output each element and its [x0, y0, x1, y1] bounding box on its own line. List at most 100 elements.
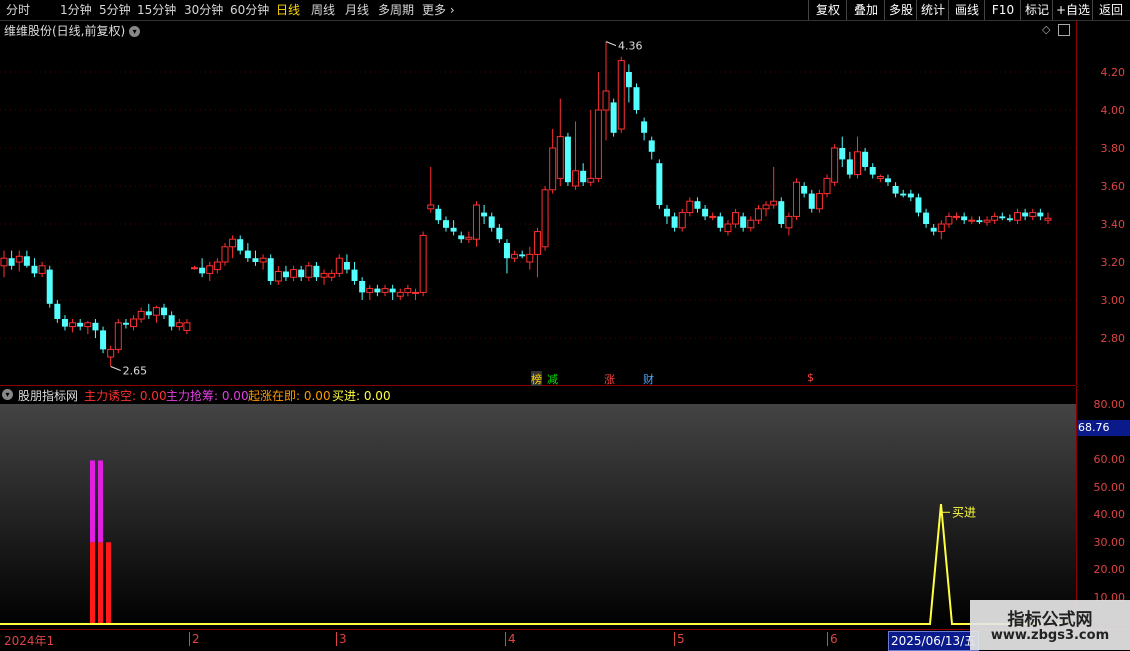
period-tab-weekly[interactable]: 周线 — [311, 2, 335, 18]
low-price-label: 2.65 — [123, 365, 147, 378]
back-button[interactable]: 返回 — [1092, 0, 1129, 20]
candle-body — [92, 322, 99, 331]
stats-button[interactable]: 统计 — [916, 0, 949, 20]
candle-body — [396, 291, 404, 297]
candle-body — [1006, 218, 1013, 221]
period-tab-30min[interactable]: 30分钟 — [184, 2, 223, 18]
period-tab-more[interactable]: 更多 › — [422, 2, 455, 18]
event-tag-list[interactable]: 榜 — [531, 371, 542, 387]
indicator-line-lure: 主力诱空: 0.00 — [84, 389, 167, 403]
chevron-down-icon[interactable]: ▾ — [2, 389, 13, 400]
candle-body — [778, 201, 785, 224]
period-tab-5min[interactable]: 5分钟 — [99, 2, 131, 18]
panel-toggle-icon[interactable] — [1058, 24, 1070, 36]
price-tick: 4.20 — [1100, 66, 1126, 79]
price-tick: 3.40 — [1100, 218, 1126, 231]
candle-body — [519, 254, 526, 257]
candle-body — [46, 269, 53, 304]
grab-bar — [98, 460, 103, 543]
date-tick: 6 — [827, 632, 838, 646]
date-tick: 3 — [336, 632, 347, 646]
candle-body — [61, 319, 68, 327]
candle-body — [152, 307, 160, 316]
grab-bar — [90, 460, 95, 543]
price-tick: 2.80 — [1100, 332, 1126, 345]
candle-body — [69, 322, 77, 328]
candle-body — [335, 257, 343, 274]
candle-body — [580, 170, 587, 183]
draw-line-button[interactable]: 画线 — [948, 0, 985, 20]
candle-body — [633, 87, 640, 110]
f10-button[interactable]: F10 — [984, 0, 1021, 20]
candle-body — [419, 234, 427, 293]
overlay-button[interactable]: 叠加 — [846, 0, 885, 20]
candle-body — [77, 322, 84, 327]
candle-body — [793, 181, 801, 217]
candle-body — [732, 212, 740, 225]
period-tab-1min[interactable]: 1分钟 — [60, 2, 92, 18]
date-tick: 2 — [189, 632, 200, 646]
lure-bar — [90, 542, 95, 624]
candle-body — [1044, 217, 1052, 221]
candle-body — [678, 212, 686, 229]
buy-signal-line — [0, 504, 1076, 625]
candle-body — [221, 246, 229, 263]
diamond-icon[interactable]: ◇ — [1042, 23, 1050, 36]
multi-stock-button[interactable]: 多股 — [884, 0, 917, 20]
candle-body — [381, 288, 389, 293]
candle-body — [808, 193, 815, 209]
candle-body — [862, 151, 869, 167]
high-price-label: 4.36 — [618, 40, 643, 53]
indicator-panel[interactable]: 买进 — [0, 404, 1076, 628]
period-tab-15min[interactable]: 15分钟 — [137, 2, 176, 18]
indicator-svg: 买进 — [0, 460, 1076, 625]
indicator-line-start: 起涨在即: 0.00 — [248, 389, 331, 403]
lure-bar — [106, 542, 111, 624]
candle-body — [907, 193, 914, 198]
candle-body — [290, 269, 298, 278]
candle-body — [274, 271, 282, 282]
period-tab-daily[interactable]: 日线 — [276, 2, 300, 18]
candle-body — [213, 261, 221, 271]
event-tag-dividend[interactable]: $ — [807, 371, 814, 384]
chevron-down-icon[interactable]: ▾ — [129, 26, 141, 37]
candle-body — [572, 170, 580, 187]
date-tick: 5 — [674, 632, 685, 646]
candle-body — [1037, 212, 1044, 217]
more-label: 更多 — [422, 3, 447, 17]
candle-body — [594, 109, 602, 179]
candle-body — [412, 291, 420, 294]
adjust-button[interactable]: 复权 — [808, 0, 847, 20]
add-watchlist-button[interactable]: +自选 — [1052, 0, 1093, 20]
candle-body — [114, 322, 122, 350]
period-tab-timeshare[interactable]: 分时 — [6, 2, 30, 18]
event-tag-finance[interactable]: 财 — [643, 371, 654, 387]
candle-body — [747, 219, 755, 229]
lure-bar — [98, 542, 103, 624]
event-tag-limit-up[interactable]: 涨 — [604, 371, 615, 387]
candle-body — [252, 258, 259, 262]
candle-body — [168, 315, 175, 327]
indicator-tick: 50.00 — [1093, 481, 1126, 494]
candle-body — [709, 215, 717, 218]
candle-body — [488, 216, 495, 228]
event-tag-reduce[interactable]: 减 — [547, 371, 558, 387]
mark-button[interactable]: 标记 — [1020, 0, 1053, 20]
candle-body — [900, 193, 907, 196]
candle-body — [533, 231, 541, 255]
watermark: 指标公式网 www.zbgs3.com — [970, 600, 1130, 650]
period-tab-60min[interactable]: 60分钟 — [230, 2, 269, 18]
candle-body — [84, 322, 92, 328]
candle-body — [656, 163, 663, 205]
price-tick: 3.00 — [1100, 294, 1126, 307]
period-tab-monthly[interactable]: 月线 — [345, 2, 369, 18]
candlestick-chart[interactable]: 4.36 2.65 — [0, 21, 1076, 386]
candle-body — [869, 167, 876, 175]
period-tab-multi[interactable]: 多周期 — [378, 2, 414, 18]
candle-body — [8, 258, 15, 266]
candle-body — [770, 200, 778, 206]
candle-body — [389, 288, 396, 293]
candle-body — [145, 311, 152, 316]
candle-body — [472, 204, 480, 240]
candle-body — [915, 197, 922, 213]
